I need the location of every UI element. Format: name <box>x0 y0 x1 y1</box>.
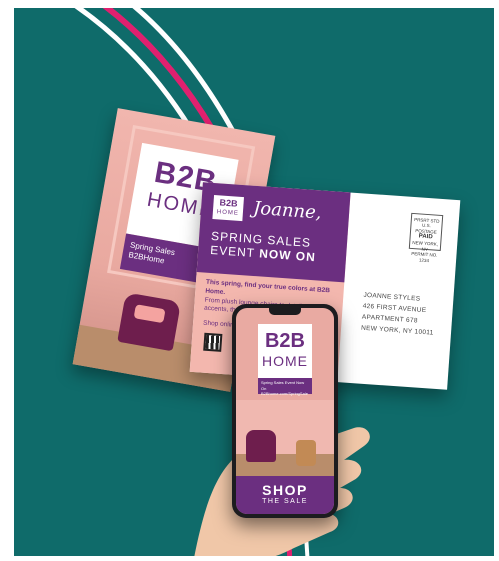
mailing-address: JOANNE STYLES 426 FIRST AVENUE APARTMENT… <box>361 290 437 339</box>
shop-the-sale-button[interactable]: SHOP THE SALE <box>236 476 334 514</box>
phone-logo: B2B HOME <box>258 324 312 378</box>
postage-stamp: PRSRT STD U.S. POSTAGE PAID NEW YORK, NY… <box>408 212 444 263</box>
phone-screen: B2B HOME Spring Sales Event Now On B2Bho… <box>236 308 334 514</box>
cta-shop: SHOP <box>262 482 308 498</box>
recipient-greeting: Joanne, <box>252 197 323 224</box>
headline-line2-prefix: EVENT <box>209 243 260 261</box>
phone-side-table <box>296 440 316 466</box>
stamp-line: PERMIT NO. 1234 <box>411 251 438 263</box>
armchair-image <box>117 292 182 352</box>
phone-strip-text: Spring Sales Event Now On B2Bhome.com/Sp… <box>258 378 312 396</box>
cta-the-sale: THE SALE <box>262 498 308 505</box>
chair-cushion <box>133 304 166 324</box>
postcard-logo-home: HOME <box>216 209 240 217</box>
headline-line2-bold: NOW ON <box>258 246 317 265</box>
postcard-header: B2B HOME Joanne, SPRING SALES EVENT NOW … <box>196 182 351 283</box>
phone-logo-home: HOME <box>262 353 308 369</box>
phone-room-image <box>236 400 334 476</box>
phone-logo-b2b: B2B <box>264 330 305 352</box>
body-bold-line: This spring, find your true colors at B2… <box>205 278 331 296</box>
smartphone: B2B HOME Spring Sales Event Now On B2Bho… <box>232 304 338 518</box>
promo-scene: B2B HOME Spring Sales B2BHome B2B HOME J… <box>14 8 494 556</box>
postcard-headline: SPRING SALES EVENT NOW ON <box>210 229 318 265</box>
phone-armchair <box>246 430 276 462</box>
postcard-logo: B2B HOME <box>212 195 245 222</box>
phone-notch <box>269 308 301 315</box>
qr-code-icon <box>203 332 223 352</box>
